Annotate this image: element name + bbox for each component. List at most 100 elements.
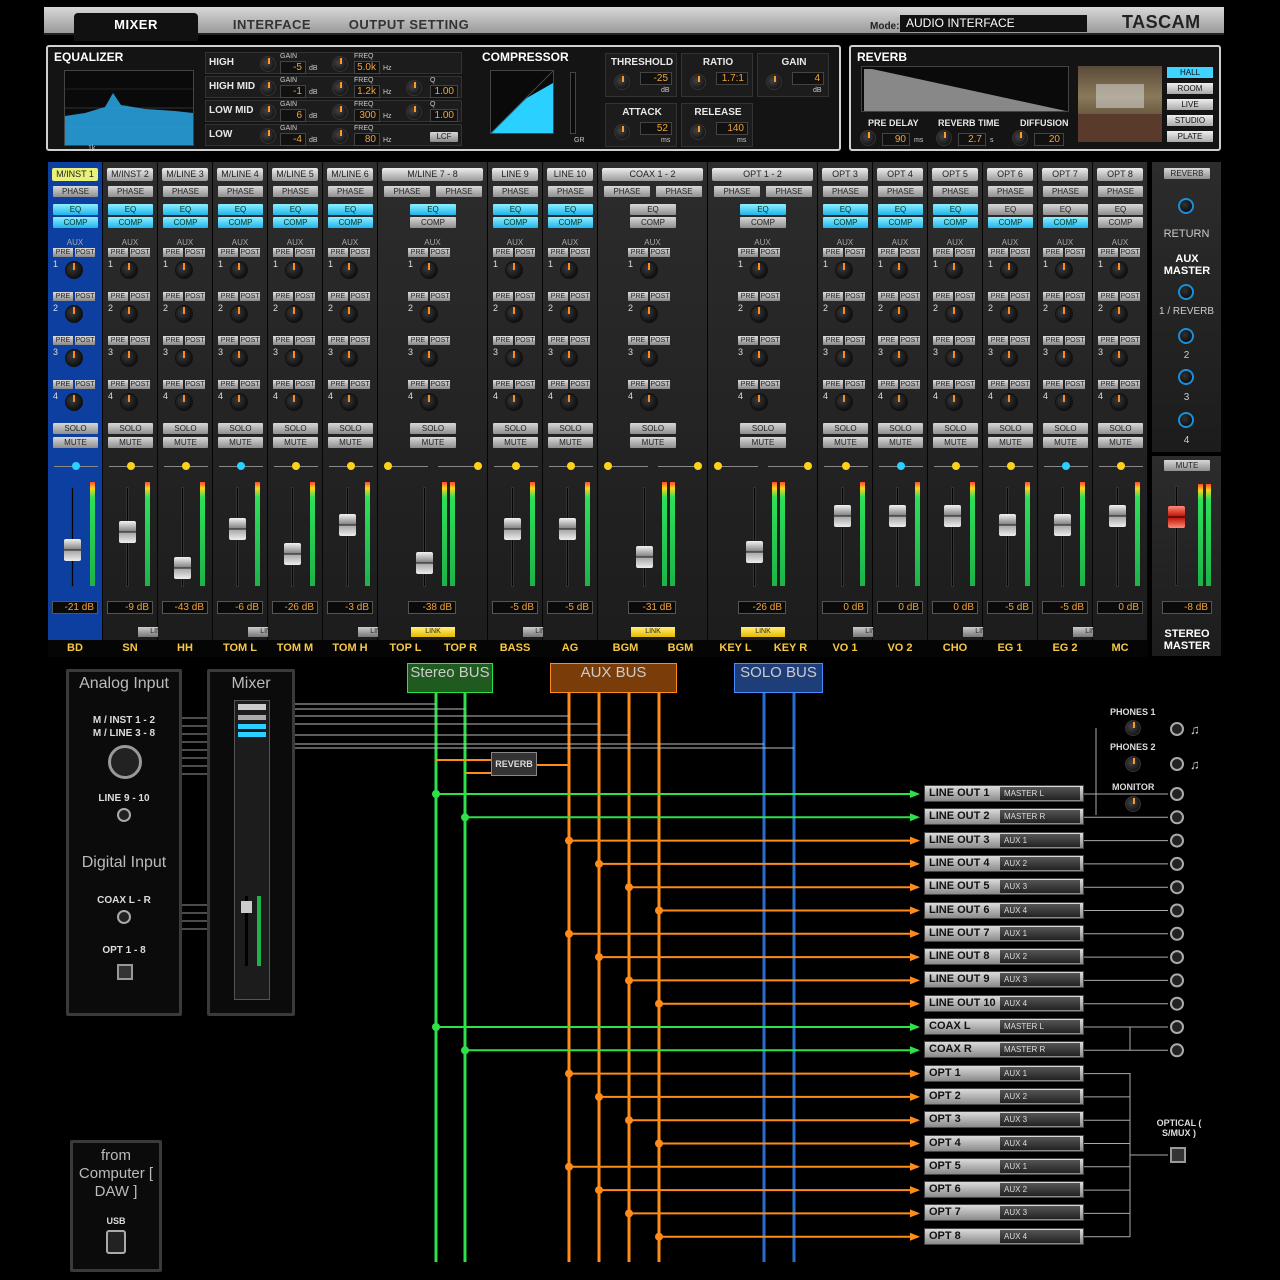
mini-comp (238, 732, 266, 737)
output-name: COAX R (929, 1043, 972, 1056)
from-computer-label: from Computer [ DAW ] (78, 1147, 154, 1200)
mini-strip (234, 700, 270, 1000)
routing-wires (182, 693, 1184, 1262)
phones2-knob[interactable] (1125, 756, 1141, 772)
analog-input-title: Analog Input (79, 675, 169, 692)
output-name: OPT 8 (929, 1229, 961, 1242)
output-source-select[interactable]: AUX 4 (1000, 1136, 1080, 1150)
output-name: LINE OUT 2 (929, 810, 990, 823)
solo-bus-box: SOLO BUS (734, 663, 823, 693)
aux-bus-box: AUX BUS (550, 663, 677, 693)
output-source-select[interactable]: MASTER R (1000, 810, 1080, 824)
headphone-icon: ♫ (1190, 722, 1200, 737)
output-name: LINE OUT 9 (929, 973, 990, 986)
mini-chname (238, 704, 266, 710)
mini-fader (241, 901, 252, 913)
headphone-icon: ♫ (1190, 757, 1200, 772)
phones1-label: PHONES 1 (1110, 707, 1156, 717)
output-name: LINE OUT 6 (929, 903, 990, 916)
output-source-select[interactable]: AUX 4 (1000, 903, 1080, 917)
output-source-select[interactable]: AUX 2 (1000, 950, 1080, 964)
output-row: OPT 4 AUX 4 (924, 1134, 1084, 1152)
output-source-select[interactable]: AUX 1 (1000, 833, 1080, 847)
usb-label: USB (106, 1216, 126, 1226)
mini-meter (257, 896, 261, 966)
output-source-select[interactable]: AUX 2 (1000, 1089, 1080, 1103)
output-name: LINE OUT 8 (929, 950, 990, 963)
output-source-select[interactable]: AUX 4 (1000, 1229, 1080, 1243)
opt-label: OPT 1 - 8 (102, 945, 146, 956)
output-row: OPT 1 AUX 1 (924, 1064, 1084, 1082)
output-name: LINE OUT 1 (929, 787, 990, 799)
output-source-select[interactable]: AUX 1 (1000, 1159, 1080, 1173)
output-source-select[interactable]: AUX 4 (1000, 996, 1080, 1010)
phones2-jack-icon (1170, 757, 1184, 771)
output-source-select[interactable]: AUX 1 (1000, 926, 1080, 940)
monitor-knob[interactable] (1125, 796, 1141, 812)
output-name: LINE OUT 5 (929, 880, 990, 893)
output-name: OPT 7 (929, 1206, 961, 1219)
combo-jack-icon (108, 745, 142, 779)
output-name: OPT 1 (929, 1066, 961, 1079)
aux-bus-label: AUX BUS (580, 664, 647, 681)
output-name: OPT 4 (929, 1136, 961, 1149)
output-row: OPT 7 AUX 3 (924, 1204, 1084, 1222)
optical-port-icon (117, 964, 133, 980)
output-row: OPT 6 AUX 2 (924, 1181, 1084, 1199)
output-row: COAX R MASTER R (924, 1041, 1084, 1059)
output-source-select[interactable]: AUX 3 (1000, 1206, 1080, 1220)
output-source-select[interactable]: AUX 3 (1000, 880, 1080, 894)
output-row: OPT 2 AUX 2 (924, 1087, 1084, 1105)
output-row: LINE OUT 9 AUX 3 (924, 971, 1084, 989)
output-source-select[interactable]: AUX 2 (1000, 856, 1080, 870)
optical-label: OPTICAL ( S/MUX ) (1156, 1118, 1202, 1138)
solo-bus-label: SOLO BUS (740, 664, 817, 681)
optical-out-port-icon (1170, 1147, 1186, 1163)
mini-phase (238, 715, 266, 720)
output-source-select[interactable]: AUX 3 (1000, 1113, 1080, 1127)
output-row: LINE OUT 8 AUX 2 (924, 948, 1084, 966)
output-source-select[interactable]: AUX 3 (1000, 973, 1080, 987)
output-name: COAX L (929, 1020, 971, 1032)
phones1-jack-icon (1170, 722, 1184, 736)
usb-port-icon (106, 1230, 126, 1254)
output-row: LINE OUT 1 MASTER L (924, 785, 1084, 802)
output-source-select[interactable]: MASTER R (1000, 1043, 1080, 1057)
stereo-bus-box: Stereo BUS (407, 663, 493, 693)
output-name: OPT 5 (929, 1159, 961, 1172)
phones1-knob[interactable] (1125, 720, 1141, 736)
output-name: OPT 6 (929, 1183, 961, 1196)
phones2-label: PHONES 2 (1110, 742, 1156, 752)
coax-label: COAX L - R (97, 895, 151, 906)
output-row: LINE OUT 5 AUX 3 (924, 878, 1084, 896)
line910-label: LINE 9 - 10 (98, 793, 150, 804)
output-source-select[interactable]: MASTER L (1000, 787, 1080, 800)
output-row: LINE OUT 10 AUX 4 (924, 994, 1084, 1012)
output-row: OPT 3 AUX 3 (924, 1111, 1084, 1129)
mini-eq (238, 724, 266, 729)
minst-label: M / INST 1 - 2 (92, 715, 156, 726)
output-row: LINE OUT 3 AUX 1 (924, 831, 1084, 849)
output-row: COAX L MASTER L (924, 1018, 1084, 1035)
mline-label: M / LINE 3 - 8 (92, 728, 156, 739)
output-row: OPT 5 AUX 1 (924, 1157, 1084, 1175)
output-name: LINE OUT 4 (929, 856, 990, 869)
mixer-block-title: Mixer (231, 675, 271, 692)
digital-input-title: Digital Input (81, 854, 167, 871)
stereo-bus-label: Stereo BUS (410, 664, 490, 681)
output-row: LINE OUT 7 AUX 1 (924, 924, 1084, 942)
output-source-select[interactable]: MASTER L (1000, 1020, 1080, 1033)
output-row: LINE OUT 6 AUX 4 (924, 901, 1084, 919)
output-source-select[interactable]: AUX 2 (1000, 1183, 1080, 1197)
output-row: LINE OUT 2 MASTER R (924, 808, 1084, 826)
reverb-block: REVERB (491, 752, 537, 776)
output-source-select[interactable]: AUX 1 (1000, 1066, 1080, 1080)
tascam-mixer-app: MIXER INTERFACE OUTPUT SETTING Mode: AUD… (0, 0, 1280, 1280)
coax-jack-icon (117, 910, 131, 924)
output-name: LINE OUT 7 (929, 926, 990, 939)
output-name: OPT 2 (929, 1089, 961, 1102)
output-name: LINE OUT 3 (929, 833, 990, 846)
monitor-label: MONITOR (1112, 782, 1155, 792)
output-name: LINE OUT 10 (929, 996, 996, 1009)
output-name: OPT 3 (929, 1113, 961, 1126)
